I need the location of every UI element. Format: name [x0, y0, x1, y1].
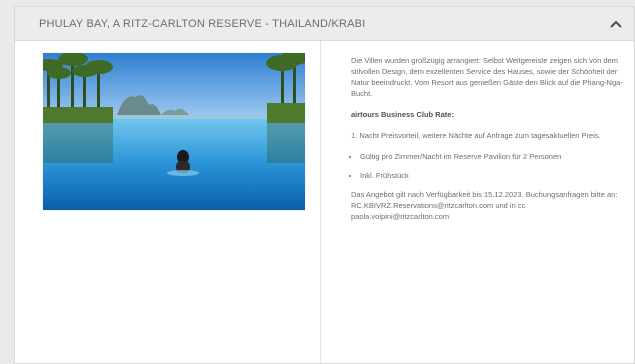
- rate-text: 1. Nacht Preisvorteil, weitere Nächte au…: [351, 131, 601, 140]
- offer-validity-text: Das Angebot gilt nach Verfügbarkeit bis …: [351, 190, 618, 221]
- offer-details: Die Villen wurden großzügig arrangiert: …: [321, 41, 634, 363]
- list-item: Gültig pro Zimmer/Nacht im Reserve Pavil…: [360, 151, 624, 162]
- chevron-up-icon[interactable]: [608, 16, 624, 32]
- hotel-offer-panel: PHULAY BAY, A RITZ-CARLTON RESERVE - THA…: [14, 6, 635, 364]
- list-item: Inkl. Frühstück: [360, 170, 624, 181]
- panel-header[interactable]: PHULAY BAY, A RITZ-CARLTON RESERVE - THA…: [15, 7, 634, 41]
- benefits-list: Gültig pro Zimmer/Nacht im Reserve Pavil…: [351, 151, 624, 181]
- image-column: [15, 41, 321, 363]
- intro-text: Die Villen wurden großzügig arrangiert: …: [351, 56, 623, 98]
- hotel-title: PHULAY BAY, A RITZ-CARLTON RESERVE - THA…: [39, 17, 366, 30]
- rate-heading: airtours Business Club Rate:: [351, 110, 454, 119]
- hotel-pool-photo: [43, 53, 305, 210]
